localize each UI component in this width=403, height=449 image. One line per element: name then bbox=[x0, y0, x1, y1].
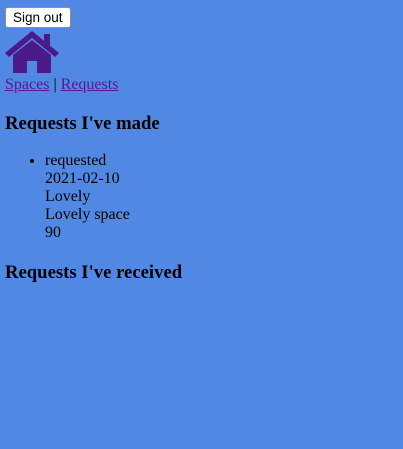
list-item: requested 2021-02-10 Lovely Lovely space… bbox=[45, 152, 130, 242]
sign-out-button[interactable]: Sign out bbox=[5, 7, 71, 28]
requests-made-list: requested 2021-02-10 Lovely Lovely space… bbox=[5, 152, 130, 242]
requests-received-heading: Requests I've received bbox=[5, 262, 183, 283]
request-date: 2021-02-10 bbox=[45, 170, 120, 187]
requests-made-heading: Requests I've made bbox=[5, 113, 160, 134]
request-space-name: Lovely bbox=[45, 188, 91, 205]
request-price: 90 bbox=[45, 224, 61, 241]
main-nav: Spaces | Requests bbox=[5, 75, 118, 95]
nav-link-spaces[interactable]: Spaces bbox=[5, 76, 49, 93]
nav-separator: | bbox=[53, 76, 57, 93]
nav-link-requests[interactable]: Requests bbox=[61, 76, 119, 93]
house-icon[interactable] bbox=[5, 30, 59, 74]
request-status: requested bbox=[45, 152, 107, 169]
request-space-description: Lovely space bbox=[45, 206, 130, 223]
